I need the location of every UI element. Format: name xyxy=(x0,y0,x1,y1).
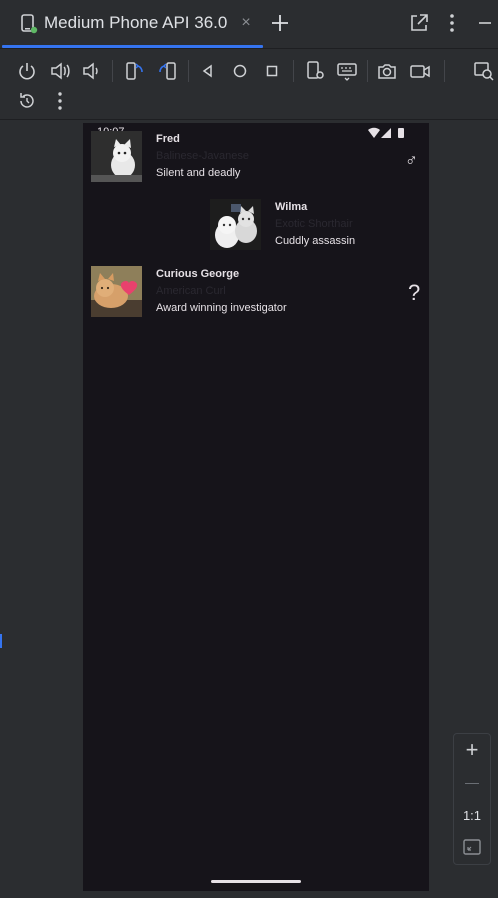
cat-description: Cuddly assassin xyxy=(275,235,356,247)
cat-photo xyxy=(210,199,261,250)
overview-icon[interactable] xyxy=(261,60,283,82)
unknown-gender-icon: ? xyxy=(408,280,421,305)
cat-photo xyxy=(91,131,142,182)
male-gender-icon: ♂ xyxy=(405,151,418,170)
add-tab-button[interactable] xyxy=(268,11,292,35)
toolbar-separator xyxy=(444,60,445,82)
extended-controls-icon[interactable] xyxy=(473,60,495,82)
cat-description: Silent and deadly xyxy=(156,167,241,179)
power-icon[interactable] xyxy=(16,60,38,82)
list-item[interactable]: Curious George American Curl Award winni… xyxy=(83,266,429,318)
tab-bar: Medium Phone API 36.0 × xyxy=(0,0,498,49)
device-settings-icon[interactable] xyxy=(305,60,327,82)
gesture-nav-handle[interactable] xyxy=(211,880,301,883)
cat-breed: Balinese-Javanese xyxy=(156,150,249,162)
fit-screen-icon[interactable] xyxy=(454,832,490,862)
rotate-right-icon[interactable] xyxy=(156,60,178,82)
volume-down-icon[interactable] xyxy=(80,60,102,82)
emulator-toolbar xyxy=(0,49,498,120)
zoom-controls: + — 1:1 xyxy=(453,733,491,865)
keyboard-icon[interactable] xyxy=(336,60,358,82)
home-icon[interactable] xyxy=(229,60,251,82)
list-item[interactable]: Wilma Exotic Shorthair Cuddly assassin xyxy=(83,199,429,251)
zoom-in-button[interactable]: + xyxy=(454,735,490,765)
cat-name: Fred xyxy=(156,133,180,145)
cat-description: Award winning investigator xyxy=(156,302,287,314)
edge-indicator xyxy=(0,634,2,648)
rotate-left-icon[interactable] xyxy=(124,60,146,82)
toolbar-separator xyxy=(367,60,368,82)
open-external-icon[interactable] xyxy=(408,12,430,36)
actual-size-button[interactable]: 1:1 xyxy=(454,800,490,830)
screenshot-icon[interactable] xyxy=(376,60,398,82)
cat-breed: American Curl xyxy=(156,285,226,297)
phone-screen[interactable]: 10:07 Fred Balinese-Javanese Silent and … xyxy=(83,123,429,891)
close-tab-button[interactable]: × xyxy=(238,15,254,31)
device-icon xyxy=(20,14,38,34)
active-tab-indicator xyxy=(2,45,263,48)
zoom-out-button[interactable]: — xyxy=(454,767,490,797)
toolbar-separator xyxy=(112,60,113,82)
tab-title: Medium Phone API 36.0 xyxy=(44,13,228,32)
more-options-icon[interactable] xyxy=(442,12,462,36)
list-item[interactable]: Fred Balinese-Javanese Silent and deadly… xyxy=(83,131,429,183)
cat-breed: Exotic Shorthair xyxy=(275,218,353,230)
toolbar-separator xyxy=(293,60,294,82)
reset-icon[interactable] xyxy=(16,90,38,112)
cat-photo xyxy=(91,266,142,317)
screen-record-icon[interactable] xyxy=(409,60,431,82)
tab-device[interactable]: Medium Phone API 36.0 × xyxy=(2,0,263,48)
minimize-icon[interactable] xyxy=(476,12,492,36)
more-icon[interactable] xyxy=(49,90,71,112)
cat-name: Curious George xyxy=(156,268,240,280)
volume-up-icon[interactable] xyxy=(49,60,71,82)
cat-name: Wilma xyxy=(275,201,308,213)
back-icon[interactable] xyxy=(197,60,219,82)
toolbar-separator xyxy=(188,60,189,82)
